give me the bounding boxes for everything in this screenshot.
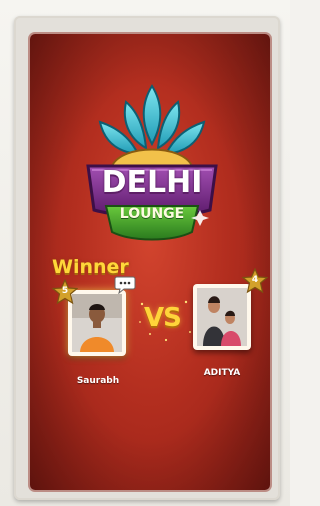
player-level-badge: 5 — [51, 278, 79, 305]
delhi-lounge-logo: DELHI LOUNGE — [82, 82, 222, 272]
player-name-1: Saurabh — [76, 376, 120, 386]
chat-bubble-icon — [114, 276, 136, 295]
vs-label: VS — [144, 303, 182, 333]
opponent-level-badge: 4 — [241, 267, 269, 294]
opponent-level-text: 4 — [251, 275, 259, 285]
chat-button[interactable] — [114, 276, 136, 295]
logo-text-lounge: LOUNGE — [119, 206, 185, 222]
winner-label: Winner — [52, 256, 129, 278]
logo-text-delhi: DELHI — [101, 165, 203, 200]
avatar-photo-icon — [197, 288, 247, 346]
player-name-2: ADITYA — [203, 368, 241, 378]
player-level-text: 5 — [61, 286, 69, 296]
avatar-photo-icon — [72, 294, 122, 352]
